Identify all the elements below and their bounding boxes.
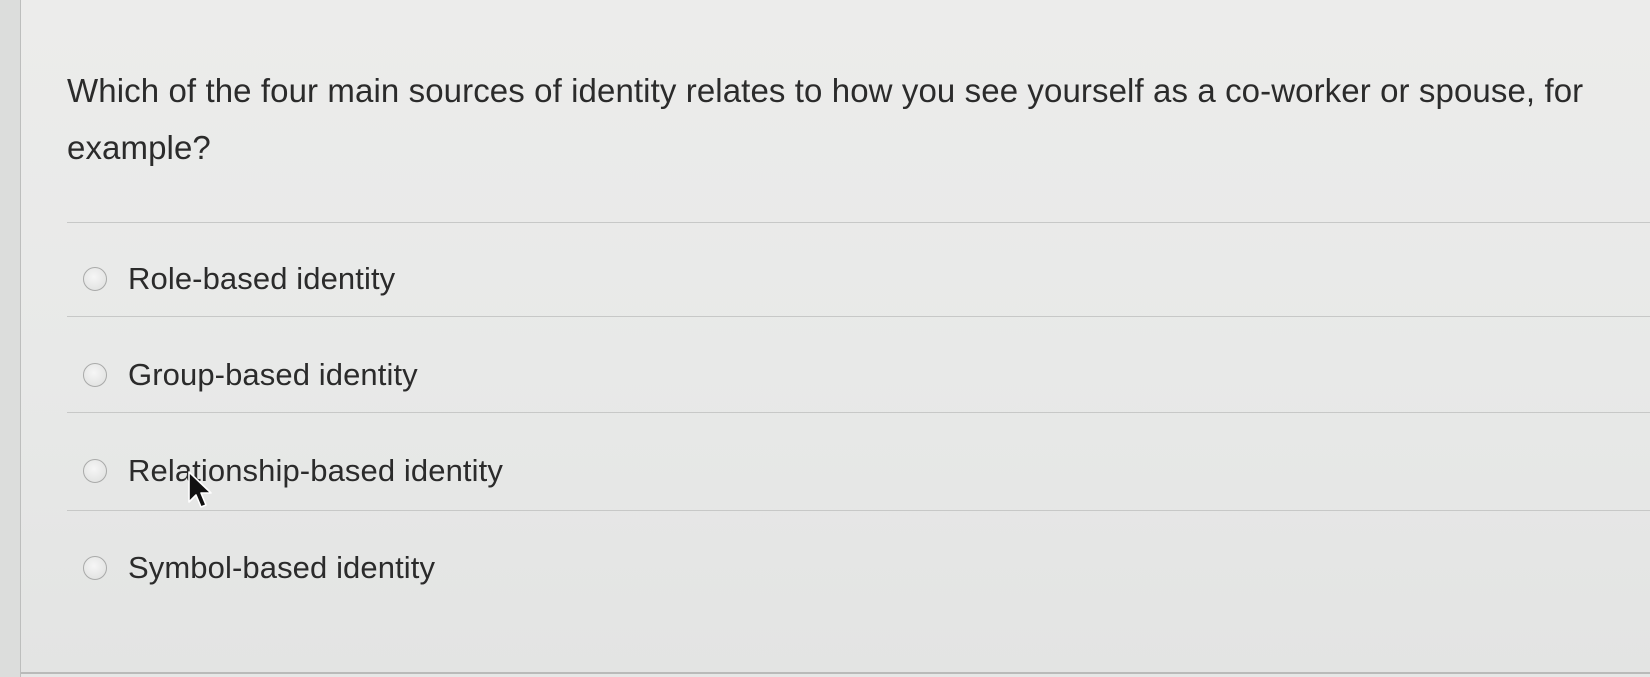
divider — [67, 222, 1650, 223]
quiz-question-card: Which of the four main sources of identi… — [21, 0, 1650, 674]
option-label: Role-based identity — [128, 261, 396, 296]
answer-option-symbol-based[interactable]: Symbol-based identity — [83, 548, 435, 588]
answer-option-group-based[interactable]: Group-based identity — [83, 355, 418, 395]
radio-button-icon[interactable] — [83, 267, 107, 291]
mouse-pointer-icon — [188, 471, 212, 508]
page-left-edge — [0, 0, 21, 677]
question-text: Which of the four main sources of identi… — [67, 72, 1584, 166]
divider — [67, 412, 1650, 413]
divider — [67, 510, 1650, 511]
option-label: Symbol-based identity — [128, 550, 436, 585]
radio-button-icon[interactable] — [83, 363, 107, 387]
option-label: Relationship-based identity — [128, 453, 503, 488]
radio-button-icon[interactable] — [83, 459, 107, 483]
option-label: Group-based identity — [128, 357, 418, 392]
answer-option-role-based[interactable]: Role-based identity — [83, 259, 395, 299]
divider — [67, 316, 1650, 317]
radio-button-icon[interactable] — [83, 556, 107, 580]
answer-option-relationship-based[interactable]: Relationship-based identity — [83, 451, 503, 491]
